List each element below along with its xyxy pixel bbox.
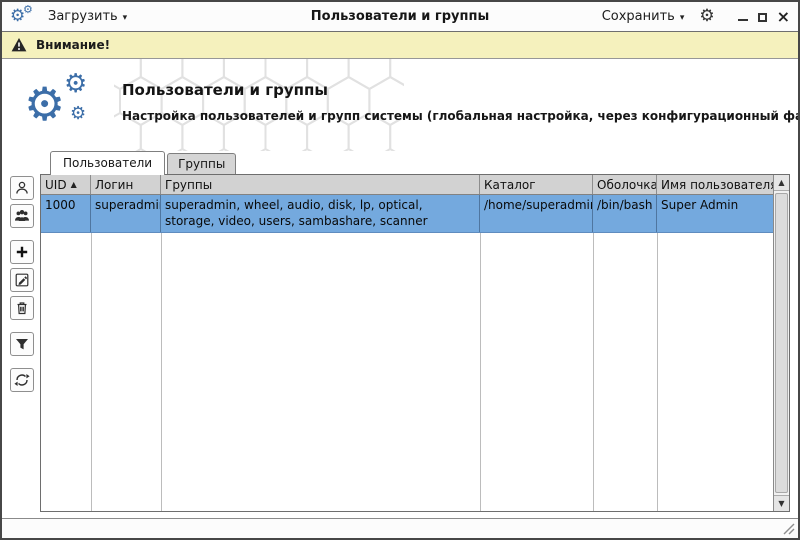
edit-icon bbox=[14, 272, 30, 288]
grid-line bbox=[657, 195, 658, 511]
titlebar-right: Сохранить ▾ ⚙ × bbox=[602, 8, 790, 25]
groups-button[interactable] bbox=[10, 204, 34, 228]
save-button-label: Сохранить bbox=[602, 9, 675, 24]
column-label: Логин bbox=[95, 178, 133, 192]
refresh-icon bbox=[14, 372, 30, 388]
edit-user-button[interactable] bbox=[10, 268, 34, 292]
grid-line bbox=[91, 195, 92, 511]
filter-button[interactable] bbox=[10, 332, 34, 356]
header-text: Пользователи и группы Настройка пользова… bbox=[122, 81, 788, 123]
gear-small-icon: ⚙ bbox=[23, 4, 33, 15]
tab-groups[interactable]: Группы bbox=[167, 153, 236, 174]
cell-login: superadmin bbox=[91, 195, 161, 232]
titlebar: ⚙ ⚙ Загрузить ▾ Пользователи и группы Со… bbox=[2, 2, 798, 32]
column-label: Группы bbox=[165, 178, 212, 192]
column-label: Имя пользователя bbox=[661, 178, 773, 192]
cell-uid: 1000 bbox=[41, 195, 91, 232]
table-body: 1000 superadmin superadmin, wheel, audio… bbox=[41, 195, 773, 511]
chevron-down-icon: ▾ bbox=[680, 13, 685, 23]
column-label: Оболочка bbox=[597, 178, 657, 192]
page-header: ⚙ ⚙ ⚙ Пользователи и группы Настройка по… bbox=[2, 59, 798, 151]
app-window: ⚙ ⚙ Загрузить ▾ Пользователи и группы Со… bbox=[0, 0, 800, 540]
toolbar-gap bbox=[10, 232, 40, 240]
column-label: UID bbox=[45, 178, 67, 192]
scroll-up-icon: ▲ bbox=[778, 178, 784, 187]
cell-groups: superadmin, wheel, audio, disk, lp, opti… bbox=[161, 195, 480, 232]
refresh-button[interactable] bbox=[10, 368, 34, 392]
settings-gear-icon[interactable]: ⚙ bbox=[699, 8, 714, 25]
warning-text: Внимание! bbox=[36, 38, 110, 52]
sort-asc-icon: ▲ bbox=[71, 180, 77, 189]
page-title: Пользователи и группы bbox=[122, 81, 788, 99]
minimize-button[interactable] bbox=[738, 12, 748, 21]
cell-shell: /bin/bash bbox=[593, 195, 657, 232]
vertical-scrollbar: ▲ ▼ bbox=[773, 175, 789, 511]
column-header-groups[interactable]: Группы bbox=[161, 175, 480, 194]
main-area: UID ▲ Логин Группы Каталог bbox=[2, 174, 798, 518]
column-header-uid[interactable]: UID ▲ bbox=[41, 175, 91, 194]
delete-user-button[interactable] bbox=[10, 296, 34, 320]
grid-line bbox=[480, 195, 481, 511]
load-button[interactable]: Загрузить ▾ bbox=[48, 9, 127, 24]
content: ⚙ ⚙ ⚙ Пользователи и группы Настройка по… bbox=[2, 59, 798, 518]
add-user-button[interactable] bbox=[10, 240, 34, 264]
close-button[interactable]: × bbox=[777, 9, 790, 25]
tab-users[interactable]: Пользователи bbox=[50, 151, 165, 175]
gear-icon: ⚙ bbox=[70, 105, 86, 123]
gear-icon: ⚙ bbox=[24, 81, 65, 127]
table-main: UID ▲ Логин Группы Каталог bbox=[41, 175, 773, 511]
page-subtitle: Настройка пользователей и групп системы … bbox=[122, 109, 788, 123]
trash-icon bbox=[14, 300, 30, 316]
table-row[interactable]: 1000 superadmin superadmin, wheel, audio… bbox=[41, 195, 773, 233]
warning-banner: Внимание! bbox=[2, 32, 798, 59]
load-button-label: Загрузить bbox=[48, 9, 118, 24]
filter-icon bbox=[14, 336, 30, 352]
cell-full-name: Super Admin bbox=[657, 195, 773, 232]
user-properties-button[interactable] bbox=[10, 176, 34, 200]
column-header-shell[interactable]: Оболочка bbox=[593, 175, 657, 194]
warning-icon bbox=[11, 37, 27, 53]
user-icon bbox=[14, 180, 30, 196]
scroll-down-icon: ▼ bbox=[778, 499, 784, 508]
column-header-full-name[interactable]: Имя пользователя bbox=[657, 175, 773, 194]
grid-line bbox=[593, 195, 594, 511]
users-icon bbox=[14, 208, 30, 224]
column-label: Каталог bbox=[484, 178, 536, 192]
app-logo-icon: ⚙ ⚙ bbox=[10, 6, 36, 28]
resize-grip[interactable] bbox=[783, 523, 795, 535]
table-header: UID ▲ Логин Группы Каталог bbox=[41, 175, 773, 195]
column-header-login[interactable]: Логин bbox=[91, 175, 161, 194]
users-table: UID ▲ Логин Группы Каталог bbox=[40, 174, 790, 512]
status-bar bbox=[2, 518, 798, 538]
plus-icon bbox=[14, 244, 30, 260]
scroll-down-button[interactable]: ▼ bbox=[774, 495, 789, 511]
maximize-button[interactable] bbox=[758, 13, 767, 22]
tab-bar: Пользователи Группы bbox=[2, 151, 798, 174]
window-controls: × bbox=[738, 9, 790, 25]
scrollbar-track[interactable] bbox=[774, 191, 789, 495]
grid-line bbox=[161, 195, 162, 511]
column-header-directory[interactable]: Каталог bbox=[480, 175, 593, 194]
window-title: Пользователи и группы bbox=[311, 9, 489, 24]
toolbar-gap bbox=[10, 360, 40, 368]
cell-directory: /home/superadmin bbox=[480, 195, 593, 232]
save-button[interactable]: Сохранить ▾ bbox=[602, 9, 685, 24]
chevron-down-icon: ▾ bbox=[123, 13, 128, 23]
scroll-up-button[interactable]: ▲ bbox=[774, 175, 789, 191]
app-logo-large-icon: ⚙ ⚙ ⚙ bbox=[24, 71, 110, 139]
gear-icon: ⚙ bbox=[64, 71, 87, 97]
scrollbar-thumb[interactable] bbox=[775, 193, 788, 493]
toolbar-gap bbox=[10, 324, 40, 332]
side-toolbar bbox=[10, 174, 40, 512]
